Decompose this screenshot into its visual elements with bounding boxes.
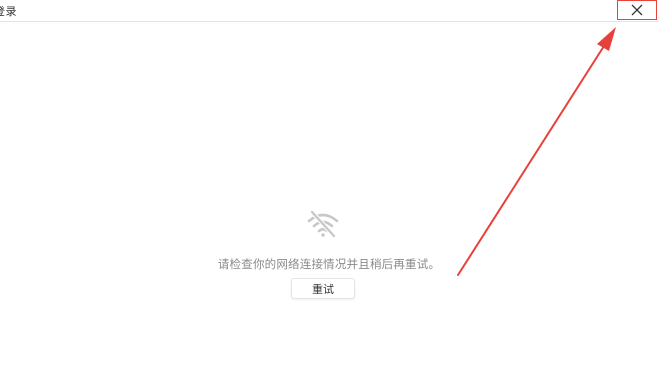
window-title: 登录: [0, 5, 17, 18]
login-window: 登录 请检查你的网络连接情况并且稍后再重试。 重试: [0, 0, 658, 378]
title-bar: 登录: [0, 0, 658, 22]
main-content: 请检查你的网络连接情况并且稍后再重试。 重试: [0, 22, 658, 378]
wifi-off-icon: [307, 210, 339, 238]
network-error-message: 请检查你的网络连接情况并且稍后再重试。: [217, 257, 441, 271]
retry-button[interactable]: 重试: [291, 278, 355, 299]
close-icon: [631, 4, 643, 16]
close-button[interactable]: [617, 0, 657, 20]
